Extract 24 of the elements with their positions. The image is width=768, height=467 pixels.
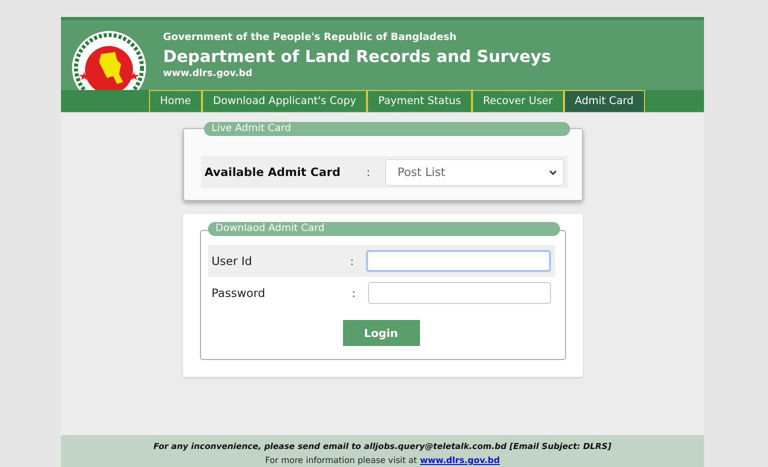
website-address: www.dlrs.gov.bd: [163, 68, 254, 79]
caret-icon: [548, 170, 556, 174]
separator-text: :: [350, 254, 355, 268]
post-list-dropdown[interactable]: Post List: [384, 158, 564, 186]
footer-notice: For any inconvenience, please send email to alljobs.query@teletalk.com.bd [Email Subject: DLRS]: [154, 441, 612, 451]
user-id-field[interactable]: [366, 250, 550, 272]
nav-link[interactable]: Recover User: [472, 90, 564, 112]
website-link[interactable]: www.dlrs.gov.bd: [420, 456, 500, 466]
separator-text: :: [366, 166, 372, 178]
nav-link[interactable]: Admit Card: [564, 90, 645, 112]
password-field[interactable]: [368, 282, 550, 304]
login-button[interactable]: Login: [342, 320, 420, 346]
nav-link[interactable]: Download Applicant's Copy: [202, 90, 368, 112]
government-name: Government of the People's Republic of Bangladesh: [163, 31, 458, 44]
nav-link[interactable]: Payment Status: [367, 90, 472, 112]
footer-info: For more information please visit at: [265, 456, 417, 466]
department-title: Department of Land Records and Surveys: [163, 46, 552, 68]
nav-link[interactable]: Home: [149, 90, 202, 112]
separator-text: :: [352, 286, 357, 300]
field-label: Available Admit Card: [204, 165, 342, 179]
section-legend: Downlaod Admit Card: [208, 222, 560, 236]
field-label: Password: [212, 286, 266, 300]
field-label: User Id: [212, 254, 254, 268]
section-legend: Live Admit Card: [204, 122, 570, 136]
